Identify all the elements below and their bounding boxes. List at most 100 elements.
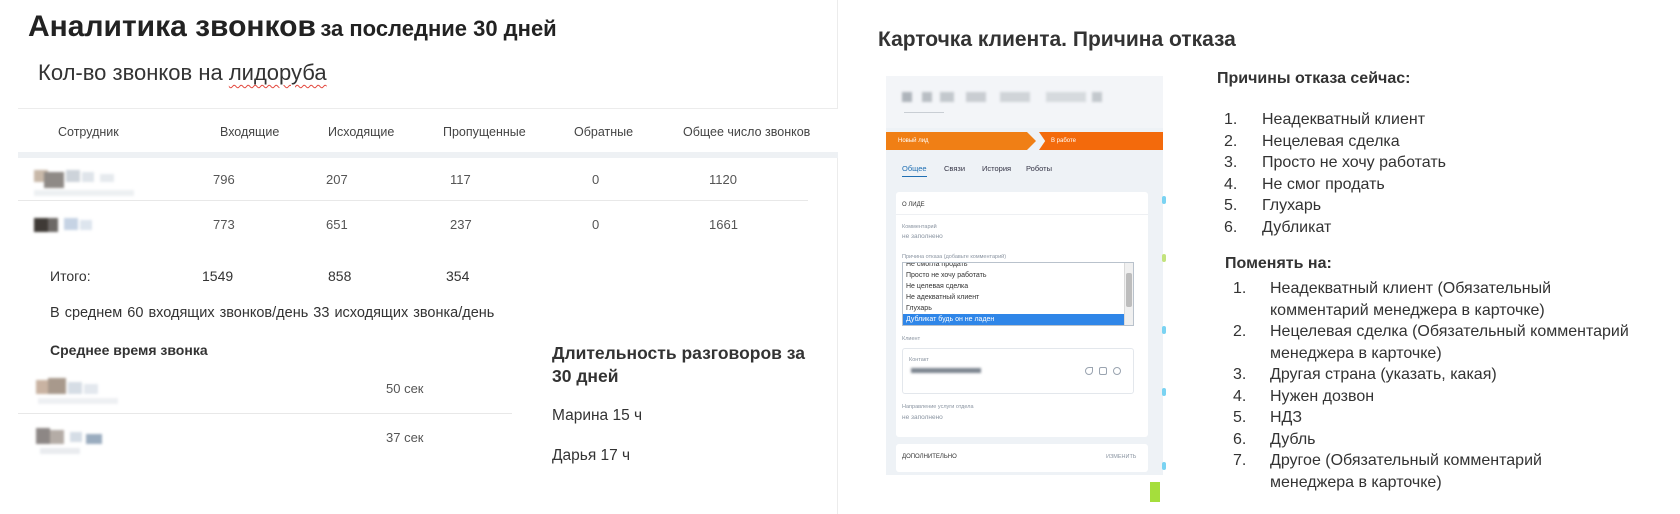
column-header-callback: Обратные: [574, 125, 634, 139]
side-indicator: [1162, 462, 1166, 470]
phone-icon[interactable]: [1085, 367, 1093, 375]
about-lead-heading: О ЛИДЕ: [902, 202, 925, 208]
row2-total: 1661: [709, 217, 738, 232]
row1-missed: 117: [450, 172, 471, 187]
row1-total: 1120: [709, 172, 737, 187]
column-header-outgoing: Исходящие: [328, 125, 395, 139]
list-item-cont: комментарий менеджера в карточке): [1270, 301, 1545, 319]
row2-callback: 0: [592, 217, 600, 232]
lead-info-panel: О ЛИДЕ Комментарий не заполнено Причина …: [896, 192, 1148, 437]
crm-card-header: [886, 76, 1163, 128]
list-number: 6.: [1233, 430, 1247, 448]
stage-in-progress[interactable]: В работе: [1039, 132, 1163, 150]
totals-missed: 354: [446, 268, 470, 284]
reason-option[interactable]: Не адекватный клиент: [903, 292, 1125, 303]
client-name-blurred: [896, 88, 1116, 108]
side-indicator: [1150, 482, 1160, 502]
totals-outgoing: 858: [328, 268, 352, 284]
list-item: Нужен дозвон: [1270, 387, 1375, 405]
list-number: 3.: [1224, 154, 1238, 171]
change-to-title: Поменять на:: [1225, 255, 1332, 272]
column-header-missed: Пропущенные: [443, 125, 526, 139]
list-item: Другое (Обязательный комментарий: [1270, 452, 1542, 469]
reasons-now-title: Причины отказа сейчас:: [1217, 70, 1411, 87]
title-main: Аналитика звонков: [28, 10, 316, 43]
row1-incoming: 796: [213, 172, 235, 187]
column-header-employee: Сотрудник: [58, 125, 119, 139]
column-header-incoming: Входящие: [220, 125, 280, 139]
reason-option[interactable]: Не смогла продать: [903, 263, 1125, 270]
side-indicator: [1162, 388, 1166, 396]
table-header-divider: [18, 152, 838, 158]
change-to-list: 1. Неадекватный клиент (Обязательный ком…: [1233, 278, 1673, 498]
list-number: 7.: [1233, 452, 1247, 469]
totals-label: Итого:: [50, 268, 91, 284]
side-indicator: [1162, 326, 1166, 334]
employee-avatar-blurred: [32, 424, 112, 458]
list-item: Дубль: [1270, 430, 1316, 448]
scrollbar-thumb[interactable]: [1126, 273, 1132, 307]
list-item: Дубликат: [1262, 218, 1332, 236]
row1-callback: 0: [592, 172, 600, 187]
side-indicator: [1162, 196, 1166, 204]
comment-label: Комментарий: [902, 224, 937, 230]
list-number: 5.: [1233, 409, 1247, 426]
reason-option[interactable]: Не целевая сделка: [903, 281, 1125, 292]
slide-title: Аналитика звонков за последние 30 дней: [28, 10, 557, 44]
duration-item: Дарья 17 ч: [552, 447, 631, 464]
tab-general[interactable]: Общее: [902, 164, 927, 177]
tab-links[interactable]: Связи: [944, 164, 965, 173]
comment-value[interactable]: не заполнено: [902, 233, 943, 240]
tab-robots[interactable]: Роботы: [1026, 164, 1052, 173]
title-period: за последние 30 дней: [320, 16, 557, 41]
list-item: Глухарь: [1262, 197, 1322, 214]
duration-item: Марина 15 ч: [552, 407, 643, 424]
list-item: Нецелевая сделка (Обязательный комментар…: [1270, 323, 1629, 340]
avg-time-row2: 37 сек: [386, 430, 424, 445]
list-number: 2.: [1233, 323, 1247, 340]
subtitle-prefix: Кол-во звонков на: [38, 60, 229, 85]
totals-incoming: 1549: [202, 268, 234, 284]
listbox-scrollbar[interactable]: [1124, 263, 1133, 325]
reason-listbox[interactable]: Не смогла продать Просто не хочу работат…: [902, 262, 1134, 326]
row1-outgoing: 207: [326, 172, 348, 187]
mail-icon[interactable]: [1099, 367, 1107, 375]
service-label: Направление услуги отдела: [902, 404, 974, 410]
row2-outgoing: 651: [326, 217, 348, 232]
panel-divider: [896, 214, 1148, 215]
list-item: Не смог продать: [1262, 175, 1385, 193]
service-value[interactable]: не заполнено: [902, 414, 943, 421]
list-number: 4.: [1233, 387, 1247, 405]
table-row-divider: [18, 200, 808, 201]
row2-missed: 237: [450, 217, 472, 232]
crm-card-screenshot: Новый лид В работе Общее Связи История Р…: [886, 76, 1163, 475]
avg-time-row1: 50 сек: [386, 381, 424, 396]
avg-time-title: Среднее время звонка: [50, 342, 208, 358]
slide-subtitle: Кол-во звонков на лидоруба: [38, 60, 327, 86]
list-item-cont: менеджера в карточке): [1270, 473, 1442, 491]
reason-label: Причина отказа (добавьте комментарий): [902, 254, 1007, 260]
reason-option-selected[interactable]: Дубликат будь он не ладен: [903, 314, 1125, 325]
edit-link[interactable]: ИЗМЕНИТЬ: [1106, 454, 1136, 460]
list-item: Неадекватный клиент: [1262, 111, 1426, 128]
stage-new-lead[interactable]: Новый лид: [886, 132, 1036, 150]
list-item: Неадекватный клиент (Обязательный: [1270, 280, 1552, 297]
list-number: 1.: [1233, 280, 1247, 297]
list-number: 5.: [1224, 197, 1238, 214]
extra-section: ДОПОЛНИТЕЛЬНО ИЗМЕНИТЬ: [896, 444, 1148, 472]
side-indicator: [1162, 254, 1166, 262]
tab-history[interactable]: История: [982, 164, 1011, 173]
list-item-cont: менеджера в карточке): [1270, 344, 1442, 362]
reason-option[interactable]: Глухарь: [903, 303, 1125, 314]
slide-title: Карточка клиента. Причина отказа: [878, 28, 1236, 51]
reason-option[interactable]: Просто не хочу работать: [903, 270, 1125, 281]
reasons-now-list: 1. Неадекватный клиент 2. Нецелевая сдел…: [1224, 109, 1524, 239]
list-number: 3.: [1233, 366, 1247, 383]
duration-title: Длительность разговоров за 30 дней: [552, 343, 805, 386]
employee-avatar-blurred: [30, 212, 110, 240]
chat-icon[interactable]: [1113, 367, 1121, 375]
list-item: НДЗ: [1270, 409, 1303, 426]
contact-card[interactable]: Контакт: [902, 348, 1134, 394]
list-number: 1.: [1224, 111, 1238, 128]
list-item: Просто не хочу работать: [1262, 154, 1446, 171]
